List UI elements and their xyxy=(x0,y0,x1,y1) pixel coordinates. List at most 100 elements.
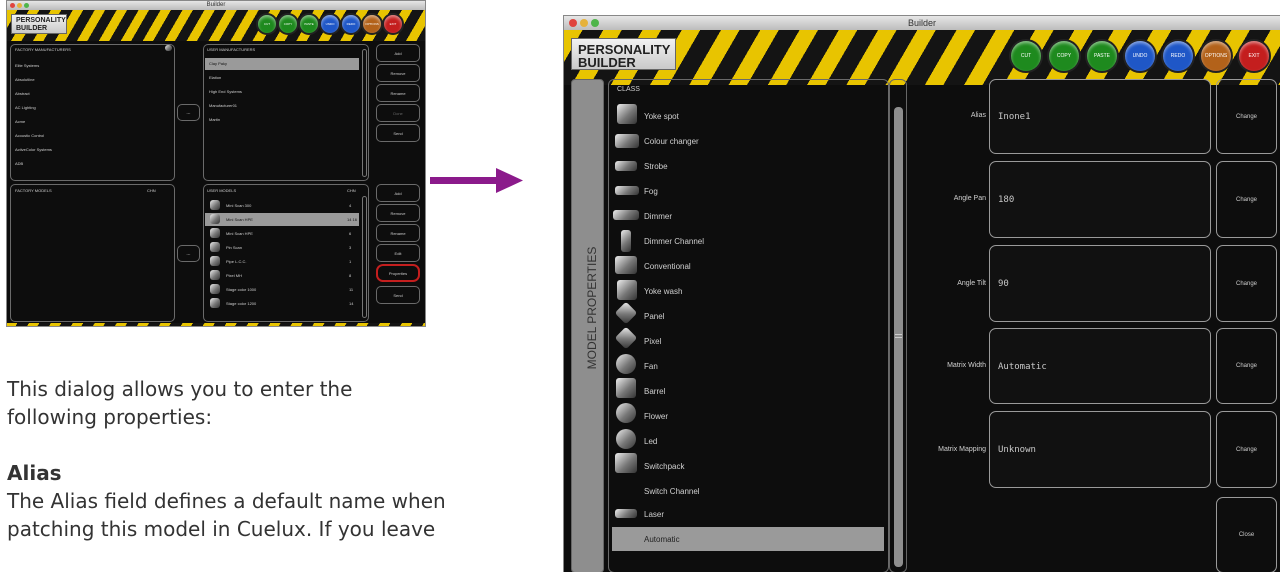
user-model-name[interactable]: Mini Scan 300 xyxy=(226,203,251,208)
class-item-selected[interactable]: Automatic xyxy=(644,535,680,544)
small-undo-button[interactable]: UNDO xyxy=(321,15,339,33)
class-item[interactable]: Colour changer xyxy=(644,137,699,146)
class-item[interactable]: Switchpack xyxy=(644,462,684,471)
zoom-window-icon[interactable] xyxy=(24,3,29,8)
user-model-chn: 8 xyxy=(349,273,352,278)
user-model-name[interactable]: Pipe L.C.C. xyxy=(226,259,246,264)
user-model-name[interactable]: Pixel MH xyxy=(226,273,242,278)
manufacturer-done-button[interactable]: Done xyxy=(376,104,420,122)
small-redo-button[interactable]: REDO xyxy=(342,15,360,33)
model-properties-button[interactable]: Properties xyxy=(376,264,420,282)
alias-field[interactable]: Inone1 xyxy=(989,79,1211,154)
model-send-button[interactable]: Send xyxy=(376,286,420,304)
factory-manufacturer-item[interactable]: Elite Systems xyxy=(15,63,39,68)
title-bar: Builder xyxy=(564,16,1280,31)
user-manufacturer-item[interactable]: Manufacturer01 xyxy=(209,103,237,108)
class-item[interactable]: Barrel xyxy=(644,387,665,396)
minimize-window-icon[interactable] xyxy=(580,19,588,27)
exit-button[interactable]: EXIT xyxy=(1239,41,1269,71)
matrix-mapping-change-button[interactable]: Change xyxy=(1216,411,1277,488)
user-model-name[interactable]: Stage color 1000 xyxy=(226,287,256,292)
class-item[interactable]: Dimmer xyxy=(644,212,672,221)
user-manufacturer-item[interactable]: High End Systems xyxy=(209,89,242,94)
user-manufacturer-item[interactable]: Elation xyxy=(209,75,221,80)
user-model-name[interactable]: Stage color 1200 xyxy=(226,301,256,306)
matrix-mapping-field[interactable]: Unknown xyxy=(989,411,1211,488)
manufacturer-send-button[interactable]: Send xyxy=(376,124,420,142)
user-manufacturers-scrollbar[interactable] xyxy=(362,49,367,177)
close-button[interactable]: Close xyxy=(1216,497,1277,572)
model-rename-button[interactable]: Rename xyxy=(376,224,420,242)
led-icon xyxy=(616,429,636,449)
angle-pan-change-button[interactable]: Change xyxy=(1216,161,1277,238)
angle-tilt-change-button[interactable]: Change xyxy=(1216,245,1277,322)
factory-manufacturer-item[interactable]: ActiveColor Systems xyxy=(15,147,52,152)
manufacturer-rename-button[interactable]: Rename xyxy=(376,84,420,102)
model-remove-button[interactable]: Remove xyxy=(376,204,420,222)
class-item[interactable]: Fog xyxy=(644,187,658,196)
redo-button[interactable]: REDO xyxy=(1163,41,1193,71)
class-item[interactable]: Flower xyxy=(644,412,668,421)
minimize-window-icon[interactable] xyxy=(17,3,22,8)
zoom-window-icon[interactable] xyxy=(591,19,599,27)
class-item[interactable]: Yoke wash xyxy=(644,287,682,296)
factory-models-panel xyxy=(10,184,175,322)
model-edit-button[interactable]: Edit xyxy=(376,244,420,262)
user-model-name[interactable]: Mini Scan HPE xyxy=(226,217,253,222)
matrix-width-change-button[interactable]: Change xyxy=(1216,328,1277,404)
class-item[interactable]: Laser xyxy=(644,510,664,519)
small-cut-button[interactable]: CUT xyxy=(258,15,276,33)
small-exit-button[interactable]: EXIT xyxy=(384,15,402,33)
manufacturer-remove-button[interactable]: Remove xyxy=(376,64,420,82)
factory-manufacturer-item[interactable]: Absolutline xyxy=(15,77,35,82)
laser-icon xyxy=(615,509,637,518)
factory-manufacturer-item[interactable]: Acme xyxy=(15,119,25,124)
options-button[interactable]: OPTIONS xyxy=(1201,41,1231,71)
app-logo: PERSONALITY BUILDER xyxy=(571,38,676,70)
class-item[interactable]: Led xyxy=(644,437,657,446)
undo-button[interactable]: UNDO xyxy=(1125,41,1155,71)
fixture-icon xyxy=(210,200,220,210)
class-item[interactable]: Dimmer Channel xyxy=(644,237,704,246)
class-item[interactable]: Panel xyxy=(644,312,664,321)
collapse-icon[interactable] xyxy=(165,45,172,51)
user-model-name[interactable]: Mini Scan HPE xyxy=(226,231,253,236)
user-models-scrollbar[interactable] xyxy=(362,196,367,318)
angle-tilt-field[interactable]: 90 xyxy=(989,245,1211,322)
user-model-name[interactable]: Pin Scan xyxy=(226,245,242,250)
cut-button[interactable]: CUT xyxy=(1011,41,1041,71)
small-toolbar: CUT COPY PASTE UNDO REDO OPTIONS EXIT xyxy=(258,15,402,33)
class-item[interactable]: Conventional xyxy=(644,262,691,271)
transfer-manufacturer-button[interactable]: ... xyxy=(177,104,200,121)
class-item[interactable]: Yoke spot xyxy=(644,112,679,121)
user-model-chn: 14 xyxy=(349,301,354,306)
small-paste-button[interactable]: PASTE xyxy=(300,15,318,33)
alias-change-button[interactable]: Change xyxy=(1216,79,1277,154)
user-model-chn: 4 xyxy=(349,203,352,208)
class-item[interactable]: Pixel xyxy=(644,337,661,346)
class-item[interactable]: Strobe xyxy=(644,162,668,171)
flower-icon xyxy=(616,403,636,423)
close-window-icon[interactable] xyxy=(569,19,577,27)
small-options-button[interactable]: OPTIONS xyxy=(363,15,381,33)
user-manufacturer-item[interactable]: Clay Paky xyxy=(209,61,227,66)
right-arrow-icon xyxy=(430,168,523,193)
window-title: Builder xyxy=(907,18,936,28)
matrix-width-label: Matrix Width xyxy=(947,362,986,369)
paste-button[interactable]: PASTE xyxy=(1087,41,1117,71)
matrix-width-field[interactable]: Automatic xyxy=(989,328,1211,404)
angle-pan-field[interactable]: 180 xyxy=(989,161,1211,238)
class-item[interactable]: Switch Channel xyxy=(644,487,700,496)
factory-manufacturer-item[interactable]: Abstract xyxy=(15,91,30,96)
model-add-button[interactable]: Add xyxy=(376,184,420,202)
factory-manufacturer-item[interactable]: AC Lighting xyxy=(15,105,36,110)
copy-button[interactable]: COPY xyxy=(1049,41,1079,71)
user-manufacturer-item[interactable]: Martin xyxy=(209,117,220,122)
transfer-model-button[interactable]: ... xyxy=(177,245,200,262)
small-copy-button[interactable]: COPY xyxy=(279,15,297,33)
manufacturer-add-button[interactable]: Add xyxy=(376,44,420,62)
factory-manufacturer-item[interactable]: ADB xyxy=(15,161,23,166)
factory-manufacturer-item[interactable]: Acoustic Control xyxy=(15,133,44,138)
class-item[interactable]: Fan xyxy=(644,362,658,371)
close-window-icon[interactable] xyxy=(10,3,15,8)
